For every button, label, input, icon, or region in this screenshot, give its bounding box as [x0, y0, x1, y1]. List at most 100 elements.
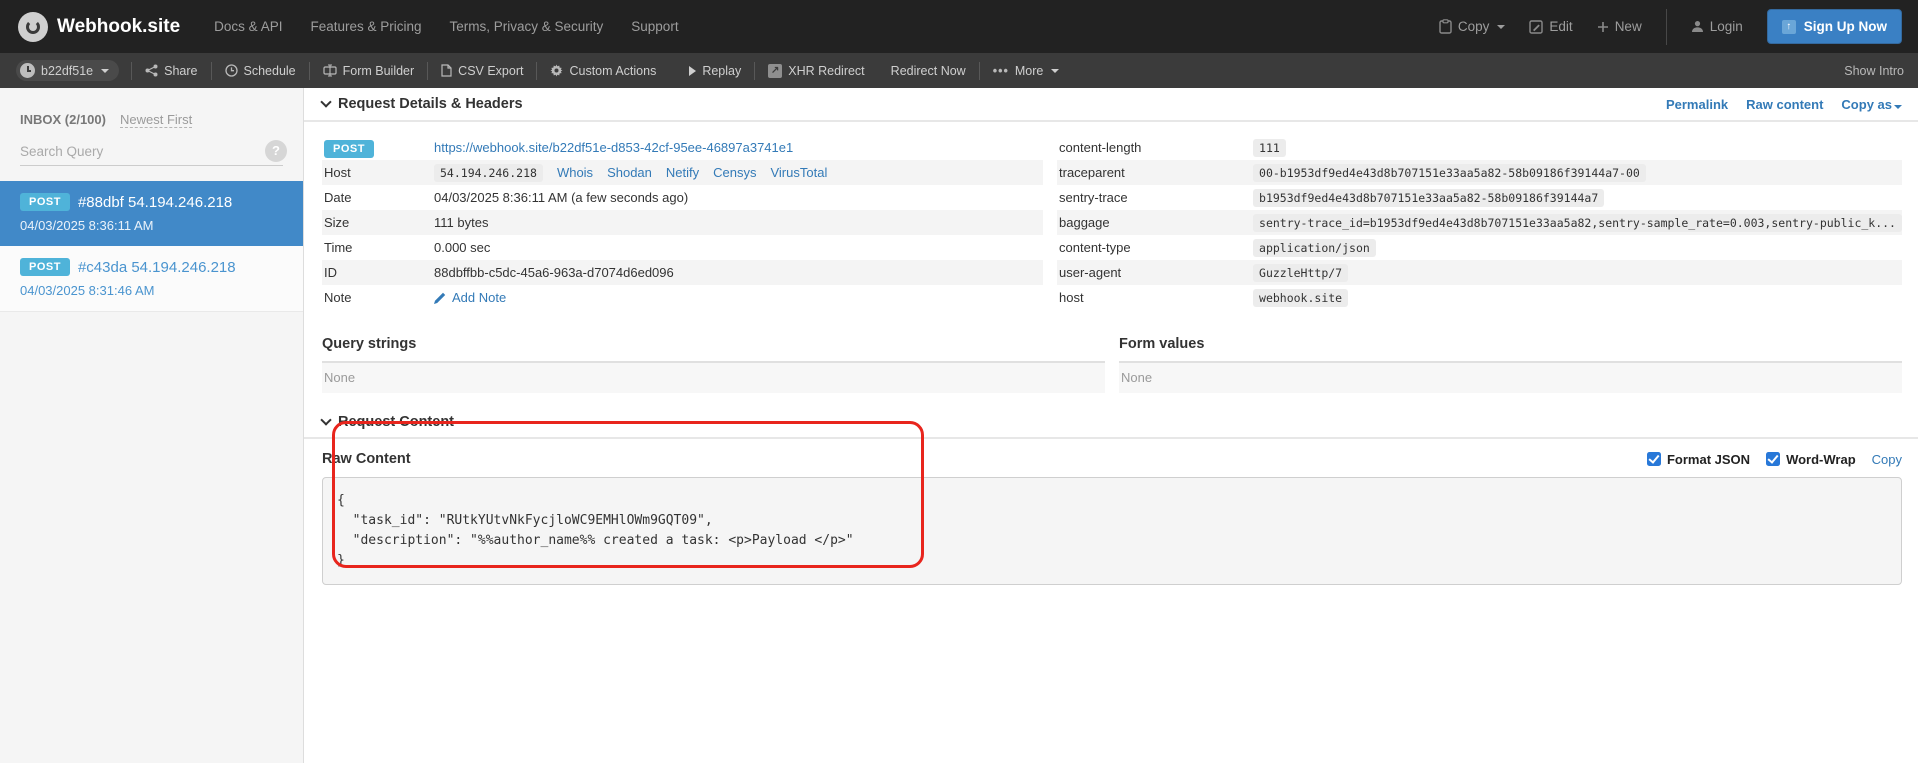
- sign-up-now-button[interactable]: ↑ Sign Up Now: [1767, 9, 1902, 44]
- header-value-chip: 00-b1953df9ed4e43d8b707151e33aa5a82-58b0…: [1253, 164, 1646, 182]
- request-url-link[interactable]: https://webhook.site/b22df51e-d853-42cf-…: [434, 140, 793, 155]
- method-badge: POST: [20, 193, 70, 211]
- pencil-icon: [434, 292, 446, 304]
- show-intro-link[interactable]: Show Intro: [1844, 64, 1904, 78]
- requests-sidebar: INBOX (2/100) Newest First ? POST #88dbf…: [0, 88, 304, 763]
- raw-content-heading: Raw Content: [322, 451, 411, 467]
- header-value-chip: webhook.site: [1253, 289, 1348, 307]
- nav-link-docs-api[interactable]: Docs & API: [214, 19, 282, 34]
- caret-down-icon: [101, 69, 109, 73]
- xhr-redirect-icon: ↗: [768, 64, 782, 78]
- form-values-heading: Form values: [1119, 336, 1902, 363]
- shodan-link[interactable]: Shodan: [607, 165, 652, 180]
- brand[interactable]: Webhook.site: [18, 12, 180, 42]
- table-row: user-agent GuzzleHttp/7: [1057, 260, 1902, 285]
- content-section-bar: Request Content: [304, 407, 1918, 439]
- clipboard-icon: [1439, 19, 1452, 34]
- request-details-table: POST https://webhook.site/b22df51e-d853-…: [322, 135, 1043, 310]
- request-list-item[interactable]: POST #88dbf 54.194.246.218 04/03/2025 8:…: [0, 181, 303, 246]
- share-icon: [145, 64, 158, 77]
- whois-link[interactable]: Whois: [557, 165, 593, 180]
- login-button[interactable]: Login: [1691, 19, 1743, 34]
- plus-icon: [1597, 21, 1609, 33]
- pencil-square-icon: [1529, 20, 1543, 34]
- caret-down-icon: [1497, 25, 1505, 29]
- copy-dropdown[interactable]: Copy: [1439, 19, 1506, 34]
- clock-icon: [225, 64, 238, 77]
- request-date: 04/03/2025 8:31:46 AM: [20, 283, 283, 298]
- checkbox-checked-icon: [1766, 452, 1780, 466]
- redirect-now-button[interactable]: Redirect Now: [878, 64, 979, 78]
- content-section-toggle[interactable]: Request Content: [322, 414, 454, 430]
- action-toolbar: b22df51e Share Schedule Form Builder CSV…: [0, 53, 1918, 88]
- nav-link-support[interactable]: Support: [631, 19, 678, 34]
- host-ip-chip: 54.194.246.218: [434, 164, 543, 182]
- webhook-logo-icon: [18, 12, 48, 42]
- csv-export-button[interactable]: CSV Export: [428, 64, 536, 78]
- table-row: Size 111 bytes: [322, 210, 1043, 235]
- schedule-button[interactable]: Schedule: [212, 64, 309, 78]
- copy-content-link[interactable]: Copy: [1872, 452, 1902, 467]
- details-section-bar: Request Details & Headers Permalink Raw …: [304, 88, 1918, 122]
- nav-links: Docs & API Features & Pricing Terms, Pri…: [214, 19, 678, 34]
- brand-name: Webhook.site: [57, 16, 180, 38]
- upload-icon: ↑: [1782, 20, 1796, 34]
- raw-content-body: { "task_id": "RUtkYUtvNkFycjloWC9EMHlOWm…: [322, 477, 1902, 585]
- table-row: Time 0.000 sec: [322, 235, 1043, 260]
- gear-icon: [550, 64, 563, 77]
- new-button[interactable]: New: [1597, 19, 1642, 34]
- form-builder-button[interactable]: Form Builder: [310, 64, 428, 78]
- censys-link[interactable]: Censys: [713, 165, 756, 180]
- query-strings-heading: Query strings: [322, 336, 1105, 363]
- nav-link-features-pricing[interactable]: Features & Pricing: [310, 19, 421, 34]
- edit-button[interactable]: Edit: [1529, 19, 1572, 34]
- replay-button[interactable]: Replay: [669, 64, 754, 78]
- request-size-value: 111 bytes: [434, 215, 488, 230]
- header-value-chip: sentry-trace_id=b1953df9ed4e43d8b707151e…: [1253, 214, 1902, 232]
- request-payload-json: { "task_id": "RUtkYUtvNkFycjloWC9EMHlOWm…: [337, 491, 1887, 571]
- navbar-divider: [1666, 9, 1667, 45]
- method-badge: POST: [20, 258, 70, 276]
- table-row: baggage sentry-trace_id=b1953df9ed4e43d8…: [1057, 210, 1902, 235]
- header-value-chip: b1953df9ed4e43d8b707151e33aa5a82-58b0918…: [1253, 189, 1604, 207]
- request-date: 04/03/2025 8:36:11 AM: [20, 218, 283, 233]
- details-section-toggle[interactable]: Request Details & Headers: [322, 96, 523, 112]
- xhr-redirect-button[interactable]: ↗ XHR Redirect: [755, 64, 877, 78]
- form-values-empty: None: [1119, 363, 1902, 393]
- permalink-link[interactable]: Permalink: [1666, 97, 1728, 112]
- nav-right: Copy Edit New Login ↑ Sign Up Now: [1439, 9, 1902, 45]
- raw-content-link[interactable]: Raw content: [1746, 97, 1823, 112]
- header-value-chip: 111: [1253, 139, 1286, 157]
- play-icon: [689, 66, 696, 76]
- add-note-button[interactable]: Add Note: [434, 290, 506, 305]
- request-detail-panel: Request Details & Headers Permalink Raw …: [304, 88, 1918, 763]
- format-json-checkbox[interactable]: Format JSON: [1647, 452, 1750, 467]
- request-title: #c43da 54.194.246.218: [78, 259, 236, 276]
- word-wrap-checkbox[interactable]: Word-Wrap: [1766, 452, 1856, 467]
- nav-link-terms-privacy-security[interactable]: Terms, Privacy & Security: [450, 19, 604, 34]
- top-navbar: Webhook.site Docs & API Features & Prici…: [0, 0, 1918, 53]
- share-button[interactable]: Share: [132, 64, 210, 78]
- table-row: content-length 111: [1057, 135, 1902, 160]
- person-icon: [1691, 20, 1704, 33]
- ellipsis-icon: •••: [993, 64, 1009, 78]
- sort-order-toggle[interactable]: Newest First: [120, 112, 192, 128]
- custom-actions-button[interactable]: Custom Actions: [537, 64, 669, 78]
- history-clock-icon: [20, 63, 35, 78]
- request-headers-table: content-length 111 traceparent 00-b1953d…: [1057, 135, 1902, 310]
- search-input[interactable]: [20, 140, 283, 166]
- table-row: Note Add Note: [322, 285, 1043, 310]
- more-dropdown[interactable]: ••• More: [980, 64, 1073, 78]
- token-dropdown[interactable]: b22df51e: [16, 60, 119, 81]
- virustotal-link[interactable]: VirusTotal: [770, 165, 827, 180]
- request-time-value: 0.000 sec: [434, 240, 490, 255]
- table-row: content-type application/json: [1057, 235, 1902, 260]
- copy-as-dropdown[interactable]: Copy as: [1841, 97, 1902, 112]
- table-row: POST https://webhook.site/b22df51e-d853-…: [322, 135, 1043, 160]
- chevron-down-icon: [320, 96, 331, 107]
- form-builder-icon: [323, 64, 337, 77]
- netify-link[interactable]: Netify: [666, 165, 699, 180]
- request-list-item[interactable]: POST #c43da 54.194.246.218 04/03/2025 8:…: [0, 246, 303, 312]
- search-help-icon[interactable]: ?: [265, 140, 287, 162]
- query-strings-empty: None: [322, 363, 1105, 393]
